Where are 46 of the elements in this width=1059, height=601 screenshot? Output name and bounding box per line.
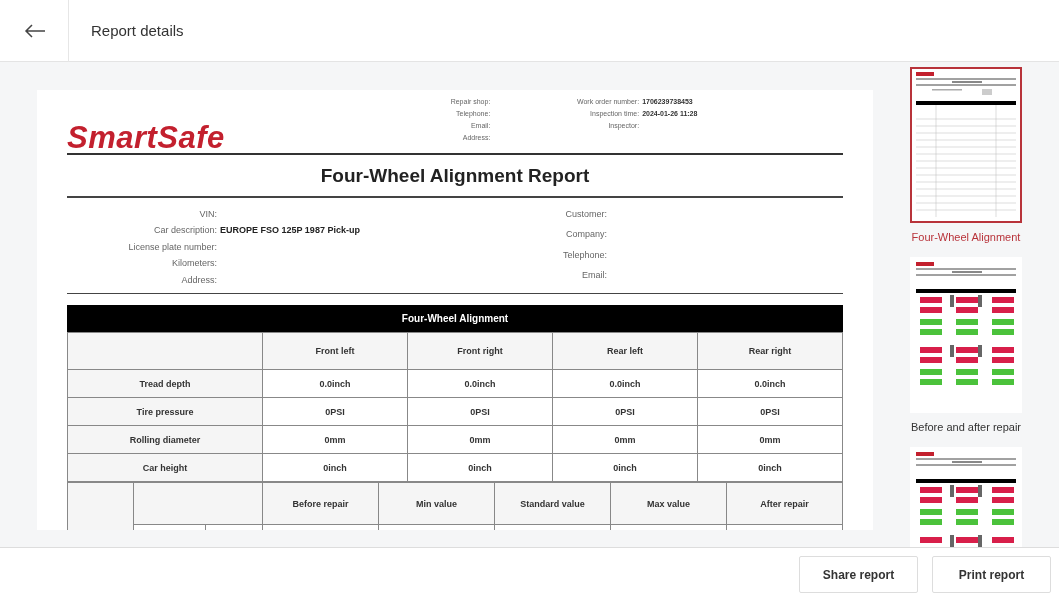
row-header: Car height <box>67 453 263 482</box>
table-cell: 0inch <box>552 453 698 482</box>
table-cell: 0.0inch <box>262 369 408 398</box>
table-cell: 0mm <box>552 425 698 454</box>
column-header: Rear right <box>697 332 843 370</box>
report-action-button[interactable]: Share report <box>799 556 918 593</box>
back-arrow-icon[interactable] <box>24 23 46 38</box>
table-cell: 0inch <box>262 453 408 482</box>
table-cell: 0PSI <box>552 397 698 426</box>
report-action-button[interactable]: Print report <box>932 556 1051 593</box>
table-cell: 0PSI <box>697 397 843 426</box>
field-label: License plate number: <box>127 240 217 254</box>
table-cell: 0.0inch <box>697 369 843 398</box>
field-label: VIN: <box>198 208 217 221</box>
table-cell: 0PSI <box>262 397 408 426</box>
table-title: Four-Wheel Alignment <box>67 305 843 332</box>
field-label: Telephone: <box>561 248 607 262</box>
field-label: Company: <box>564 228 607 242</box>
table-cell: 0.0inch <box>552 369 698 398</box>
column-header: Rear left <box>552 332 698 370</box>
field-label: Email: <box>581 268 607 282</box>
table-cell: 0mm <box>262 425 408 454</box>
row-header: Tread depth <box>67 369 263 398</box>
table-cell: 0inch <box>697 453 843 482</box>
field-label: Customer: <box>564 208 607 221</box>
column-header: Standard value <box>494 482 611 525</box>
report-title: Four-Wheel Alignment Report <box>67 155 843 198</box>
row-header: Tire pressure <box>67 397 263 426</box>
page-title: Report details <box>68 0 184 62</box>
column-header: Max value <box>610 482 727 525</box>
column-header: Before repair <box>262 482 379 525</box>
field-value: EUROPE FSO 125P 1987 Pick-up <box>220 224 361 238</box>
field-label: Kilometers: <box>171 257 217 271</box>
table-cell: 0mm <box>407 425 553 454</box>
field-label: Car description: <box>152 224 217 238</box>
table-cell: 0inch <box>407 453 553 482</box>
column-header: Front right <box>407 332 553 370</box>
brand-logo: SmartSafe <box>67 120 226 156</box>
table-cell: 0.0inch <box>407 369 553 398</box>
column-header: Front left <box>262 332 408 370</box>
table-cell: 0mm <box>697 425 843 454</box>
column-header: After repair <box>726 482 843 525</box>
column-header: Min value <box>378 482 495 525</box>
row-header: Rolling diameter <box>67 425 263 454</box>
field-label: Address: <box>180 273 217 287</box>
table-cell: 0PSI <box>407 397 553 426</box>
